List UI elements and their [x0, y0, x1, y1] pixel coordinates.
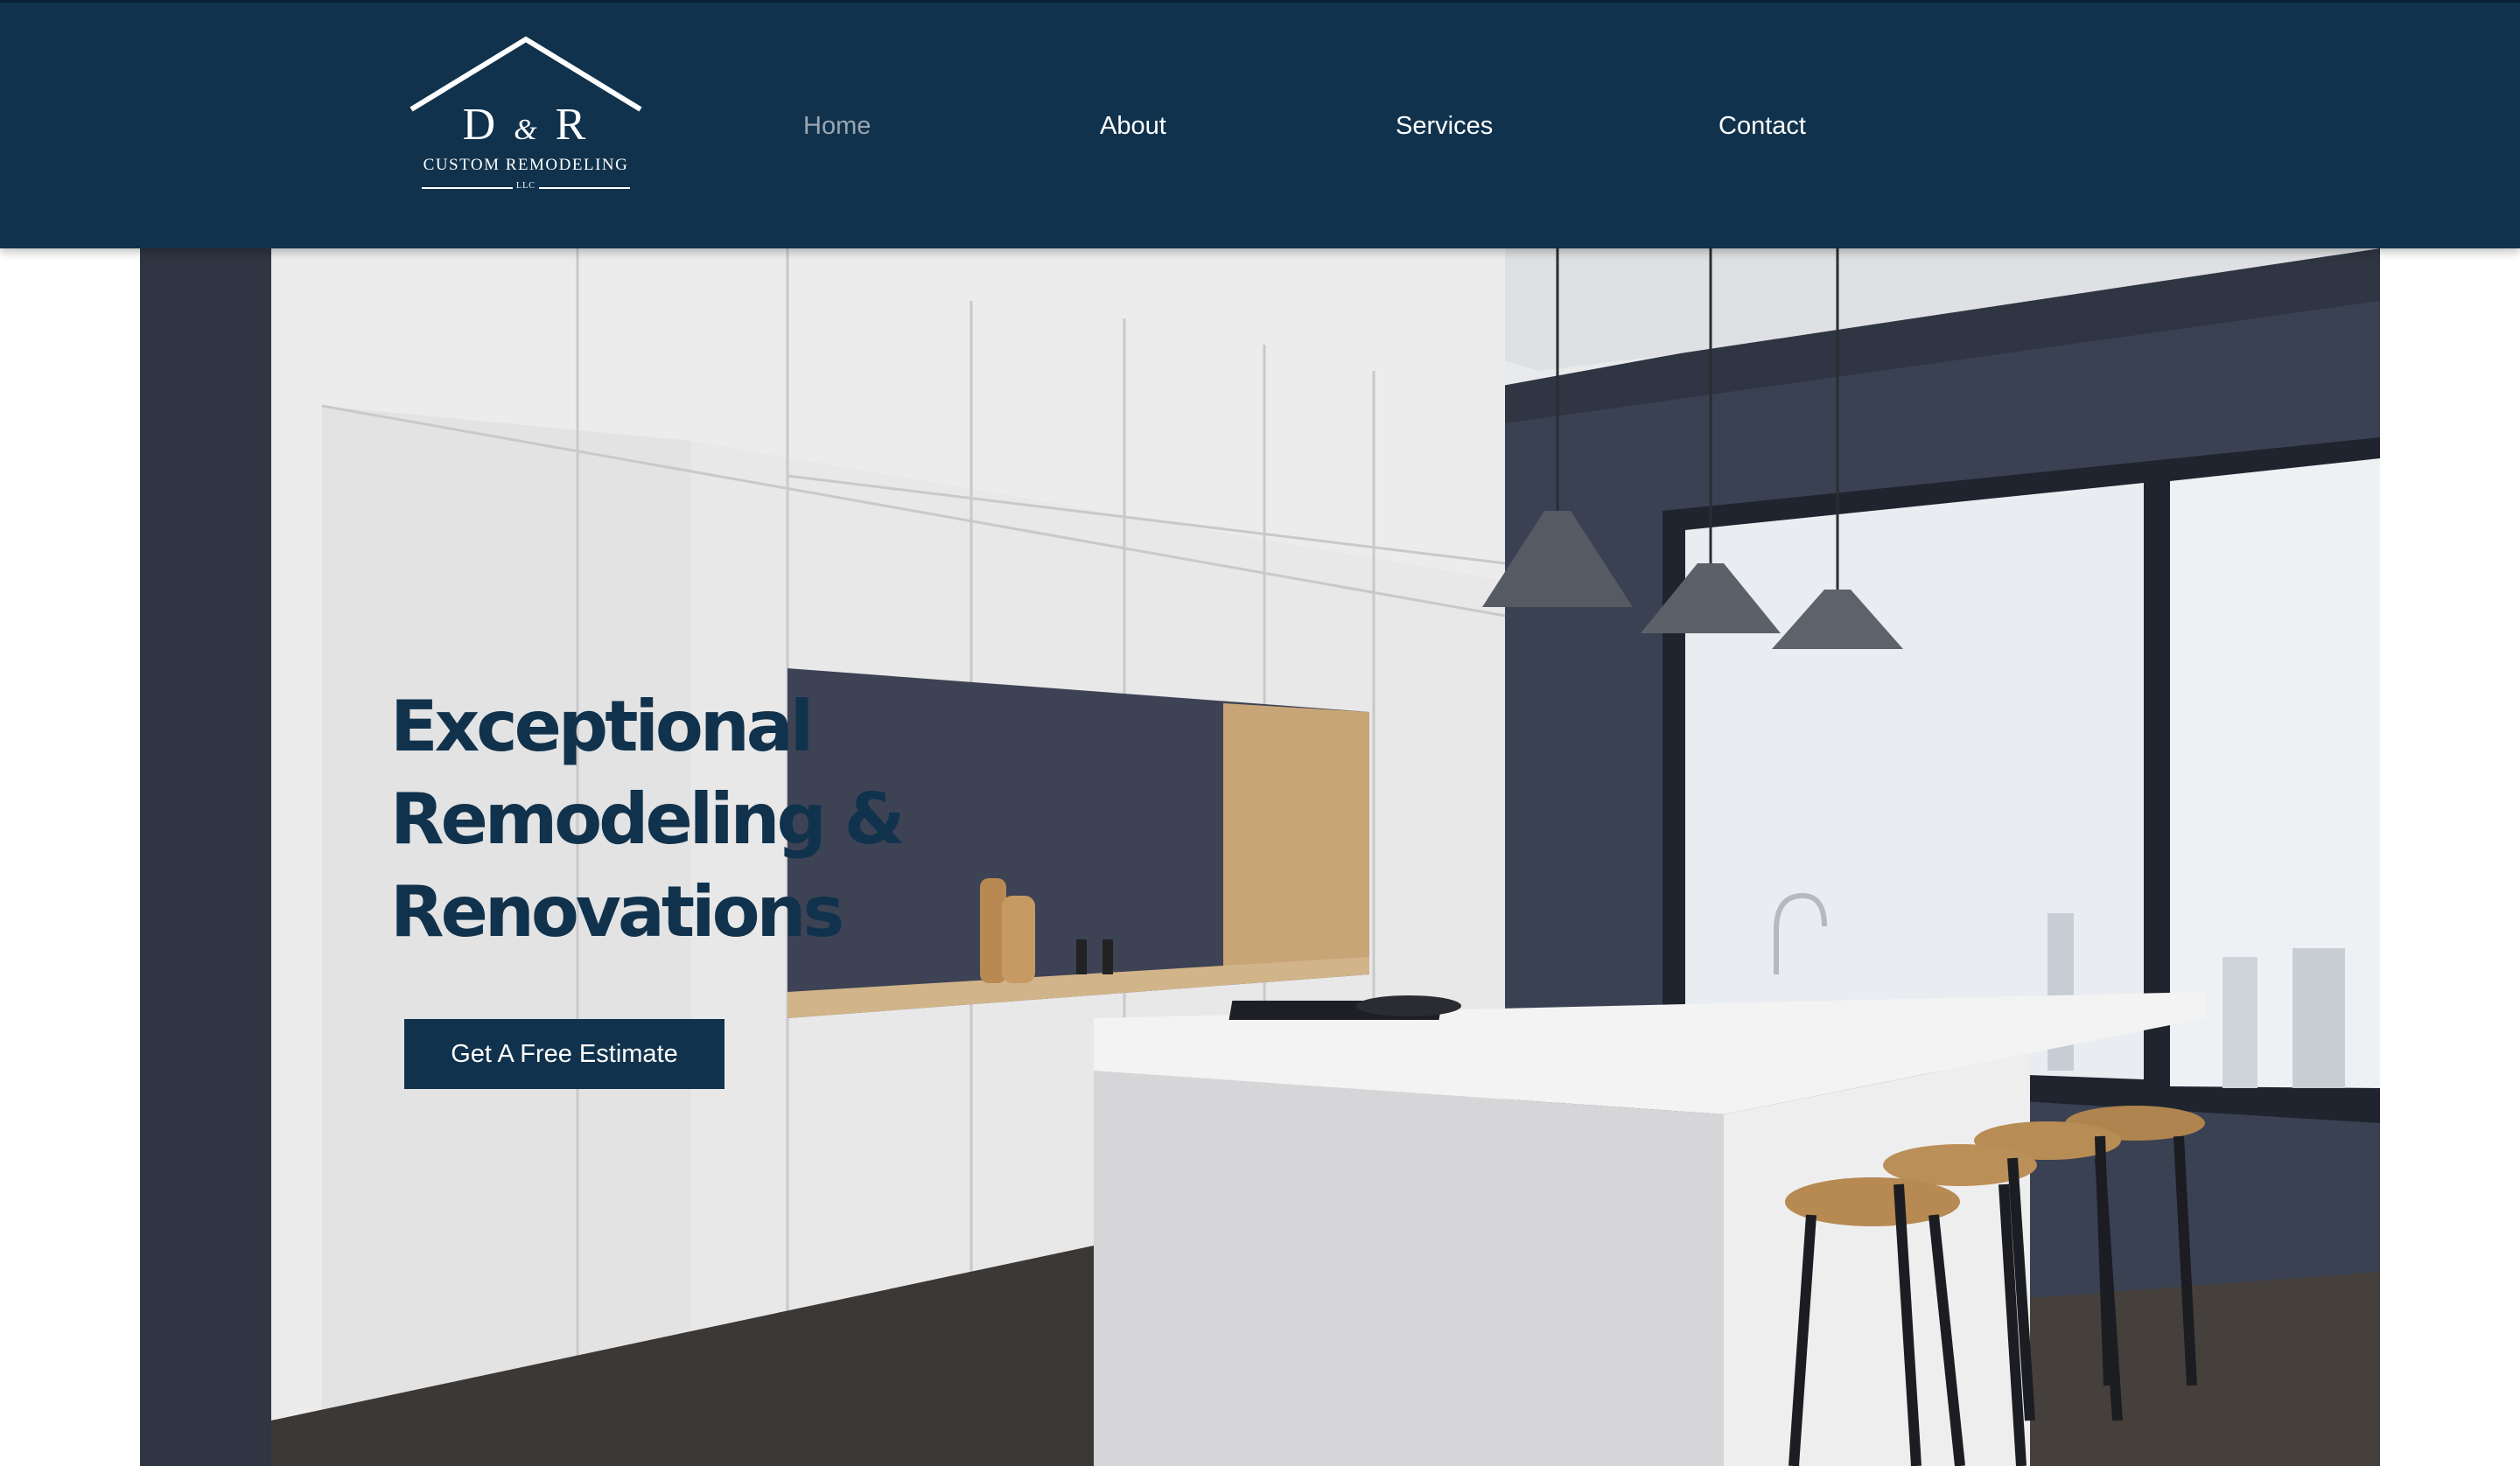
hero-title-line-2: Remodeling &: [390, 778, 905, 860]
hero-title-line-3: Renovations: [390, 871, 844, 953]
brand-subtitle: CUSTOM REMODELING: [423, 156, 629, 174]
nav-contact[interactable]: Contact: [1718, 109, 1806, 143]
site-header: D & R CUSTOM REMODELING LLC Home About S…: [0, 0, 2520, 248]
hero-title-line-1: Exceptional: [390, 686, 814, 767]
nav-home[interactable]: Home: [803, 109, 871, 143]
brand-monogram: D & R: [462, 100, 590, 150]
brand-llc: LLC: [516, 181, 536, 191]
hero-section: Exceptional Remodeling & Renovations Get…: [140, 248, 2380, 1466]
brand-logo[interactable]: D & R CUSTOM REMODELING LLC: [410, 34, 642, 200]
logo-divider-right: [539, 187, 630, 189]
house-roof-icon: [410, 36, 642, 112]
nav-services[interactable]: Services: [1396, 109, 1493, 143]
get-free-estimate-button[interactable]: Get A Free Estimate: [404, 1019, 724, 1089]
hero-title: Exceptional Remodeling & Renovations: [390, 681, 933, 959]
nav-about[interactable]: About: [1100, 109, 1166, 143]
